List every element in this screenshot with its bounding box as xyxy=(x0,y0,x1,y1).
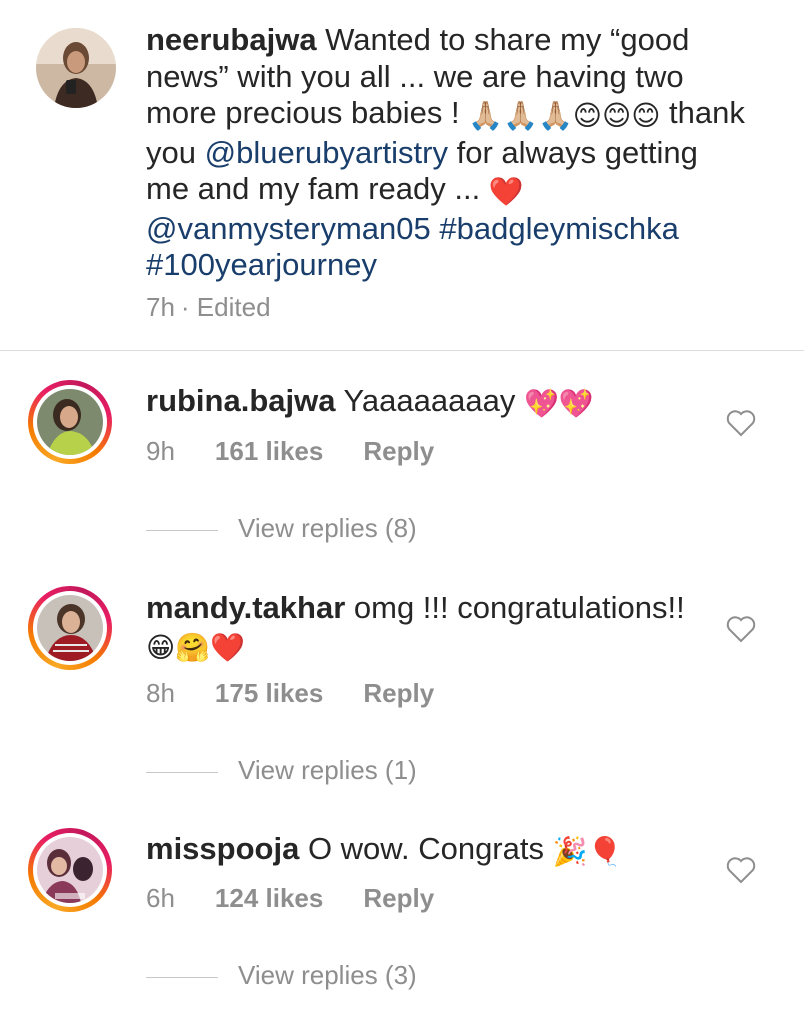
reply-button[interactable]: Reply xyxy=(363,436,434,466)
hashtag-link[interactable]: #100yearjourney xyxy=(146,247,377,282)
comment-text: rubina.bajwa Yaaaaaaaay 💖💖 xyxy=(146,383,746,423)
like-heart-icon[interactable] xyxy=(726,409,756,437)
reply-button[interactable]: Reply xyxy=(363,678,434,708)
replies-line xyxy=(146,976,218,978)
comment-text: misspooja O wow. Congrats 🎉🎈 xyxy=(146,831,746,871)
comment-avatar[interactable] xyxy=(28,380,112,464)
replies-line xyxy=(146,771,218,773)
view-replies-button[interactable]: View replies (3) xyxy=(146,960,417,991)
comment-username[interactable]: rubina.bajwa xyxy=(146,383,335,418)
comment-body: omg !!! congratulations!! xyxy=(345,590,685,625)
replies-line xyxy=(146,529,218,531)
reply-button[interactable]: Reply xyxy=(363,883,434,913)
mention-link[interactable]: @bluerubyartistry xyxy=(205,135,448,170)
like-heart-icon[interactable] xyxy=(726,856,756,884)
comment-meta: 6h 124 likes Reply xyxy=(146,883,474,914)
caption-meta: 7h · Edited xyxy=(146,292,311,323)
comment-body: Yaaaaaaaay xyxy=(335,383,524,418)
view-replies-label: View replies (3) xyxy=(238,960,417,990)
view-replies-button[interactable]: View replies (8) xyxy=(146,513,417,544)
comment-emojis: 🎉🎈 xyxy=(552,836,623,867)
like-heart-icon[interactable] xyxy=(726,615,756,643)
comment-avatar[interactable] xyxy=(28,828,112,912)
comment-time: 6h xyxy=(146,883,175,913)
comment-likes[interactable]: 175 likes xyxy=(215,678,323,708)
comment-meta: 8h 175 likes Reply xyxy=(146,678,474,709)
divider xyxy=(0,350,804,351)
caption-time: 7h xyxy=(146,292,175,322)
comment-text: mandy.takhar omg !!! congratulations!! 😁… xyxy=(146,590,746,666)
caption-avatar[interactable] xyxy=(36,28,116,108)
comment-emojis: 😁🤗❤️ xyxy=(146,631,245,663)
comment-meta: 9h 161 likes Reply xyxy=(146,436,474,467)
comment-time: 9h xyxy=(146,436,175,466)
caption-edited: · Edited xyxy=(180,292,271,322)
heart-emoji: ❤️ xyxy=(488,176,524,207)
view-replies-label: View replies (1) xyxy=(238,755,417,785)
comment-likes[interactable]: 124 likes xyxy=(215,883,323,913)
view-replies-label: View replies (8) xyxy=(238,513,417,543)
comment-likes[interactable]: 161 likes xyxy=(215,436,323,466)
mention-link[interactable]: @vanmysteryman05 xyxy=(146,211,431,246)
hashtag-link[interactable]: #badgleymischka xyxy=(439,211,679,246)
view-replies-button[interactable]: View replies (1) xyxy=(146,755,417,786)
caption-emojis: 🙏🏼🙏🏼🙏🏼😊😊😊 xyxy=(468,100,661,131)
comment-username[interactable]: misspooja xyxy=(146,831,299,866)
comment-time: 8h xyxy=(146,678,175,708)
comment-body: O wow. Congrats xyxy=(299,831,553,866)
caption-text: neerubajwa Wanted to share my “good news… xyxy=(146,22,746,284)
comment-avatar[interactable] xyxy=(28,586,112,670)
comment-username[interactable]: mandy.takhar xyxy=(146,590,345,625)
comment-emojis: 💖💖 xyxy=(523,388,594,419)
caption-username[interactable]: neerubajwa xyxy=(146,22,317,57)
